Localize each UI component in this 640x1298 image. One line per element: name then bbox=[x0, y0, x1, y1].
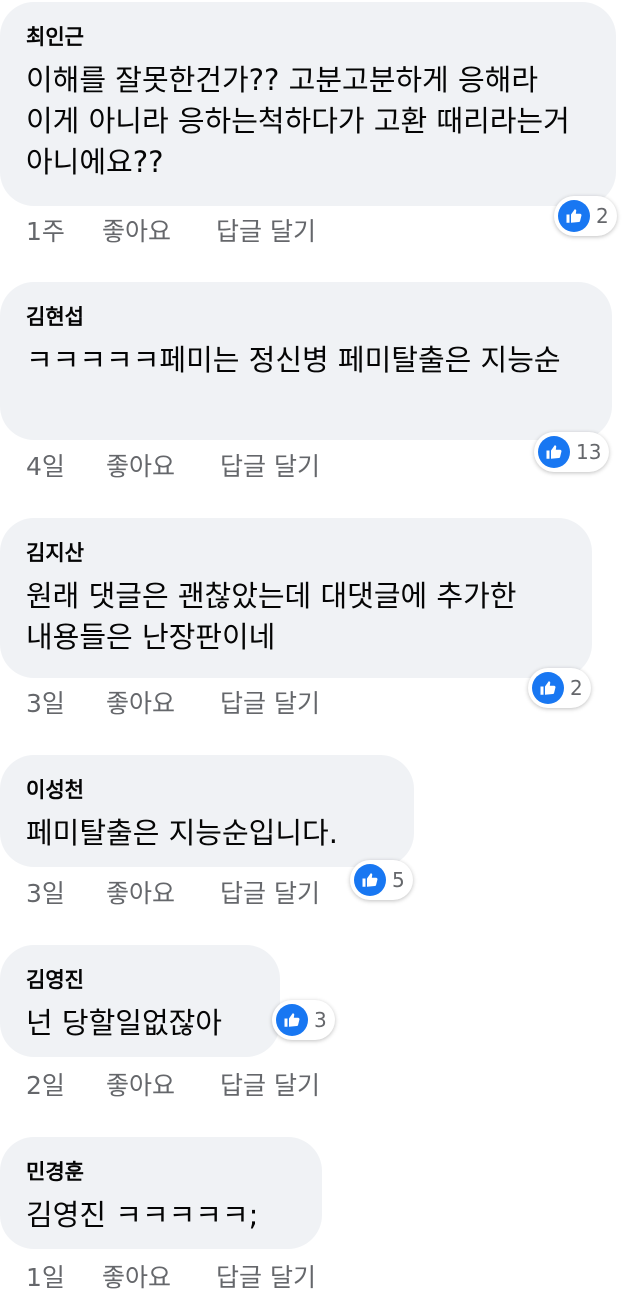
like-button[interactable]: 좋아요 bbox=[106, 447, 175, 483]
comment-text: ㅋㅋㅋㅋㅋ페미는 정신병 페미탈출은 지능순 bbox=[26, 343, 561, 377]
like-button[interactable]: 좋아요 bbox=[106, 684, 175, 720]
comment-text: 페미탈출은 지능순입니다. bbox=[26, 816, 338, 850]
like-button[interactable]: 좋아요 bbox=[102, 1258, 171, 1294]
reaction-count: 2 bbox=[570, 676, 583, 700]
comment-bubble: 김현섭 ㅋㅋㅋㅋㅋ페미는 정신병 페미탈출은 지능순 bbox=[0, 282, 612, 440]
comment-author[interactable]: 김현섭 bbox=[26, 302, 586, 332]
comment-time: 1주 bbox=[26, 217, 65, 246]
comment-author[interactable]: 민경훈 bbox=[26, 1157, 296, 1187]
reaction-count: 13 bbox=[576, 440, 602, 464]
reply-button[interactable]: 답글 달기 bbox=[220, 874, 320, 910]
reaction-badge[interactable]: 13 bbox=[534, 432, 610, 472]
like-button[interactable]: 좋아요 bbox=[102, 212, 171, 248]
comment-author[interactable]: 김지산 bbox=[26, 538, 566, 568]
like-thumb-icon bbox=[558, 200, 590, 232]
comment-author[interactable]: 이성천 bbox=[26, 775, 388, 805]
comment-time: 2일 bbox=[26, 1071, 65, 1100]
like-thumb-icon bbox=[538, 436, 570, 468]
reaction-count: 5 bbox=[392, 868, 405, 892]
comment-bubble: 최인근 이해를 잘못한건가?? 고분고분하게 응해라 이게 아니라 응하는척하다… bbox=[0, 2, 616, 206]
reply-button[interactable]: 답글 달기 bbox=[220, 684, 320, 720]
comment-bubble: 이성천 페미탈출은 지능순입니다. bbox=[0, 755, 414, 867]
comment-text: 이해를 잘못한건가?? 고분고분하게 응해라 이게 아니라 응하는척하다가 고환… bbox=[26, 63, 570, 179]
reply-button[interactable]: 답글 달기 bbox=[220, 447, 320, 483]
like-button[interactable]: 좋아요 bbox=[106, 1066, 175, 1102]
comment-author[interactable]: 김영진 bbox=[26, 965, 254, 995]
reply-button[interactable]: 답글 달기 bbox=[216, 1258, 316, 1294]
comment-text: 넌 당할일없잖아 bbox=[26, 1006, 222, 1040]
comment-bubble: 민경훈 김영진 ㅋㅋㅋㅋㅋ; bbox=[0, 1137, 322, 1249]
reaction-count: 3 bbox=[314, 1008, 327, 1032]
comment-bubble: 김영진 넌 당할일없잖아 bbox=[0, 945, 280, 1057]
reply-button[interactable]: 답글 달기 bbox=[216, 212, 316, 248]
comment-time: 1일 bbox=[26, 1263, 65, 1292]
comment-bubble: 김지산 원래 댓글은 괜찮았는데 대댓글에 추가한 내용들은 난장판이네 bbox=[0, 518, 592, 678]
comment-text: 원래 댓글은 괜찮았는데 대댓글에 추가한 내용들은 난장판이네 bbox=[26, 579, 517, 654]
comment-text: 김영진 ㅋㅋㅋㅋㅋ; bbox=[26, 1198, 259, 1232]
reaction-badge[interactable]: 3 bbox=[272, 1000, 335, 1040]
comment-time: 3일 bbox=[26, 879, 65, 908]
comment-author[interactable]: 최인근 bbox=[26, 22, 590, 52]
like-thumb-icon bbox=[276, 1004, 308, 1036]
like-thumb-icon bbox=[354, 864, 386, 896]
comment-time: 4일 bbox=[26, 452, 65, 481]
reaction-badge[interactable]: 2 bbox=[528, 668, 591, 708]
comment-time: 3일 bbox=[26, 689, 65, 718]
reaction-badge[interactable]: 2 bbox=[554, 196, 617, 236]
reaction-count: 2 bbox=[596, 204, 609, 228]
reaction-badge[interactable]: 5 bbox=[350, 860, 413, 900]
like-thumb-icon bbox=[532, 672, 564, 704]
reply-button[interactable]: 답글 달기 bbox=[220, 1066, 320, 1102]
like-button[interactable]: 좋아요 bbox=[106, 874, 175, 910]
